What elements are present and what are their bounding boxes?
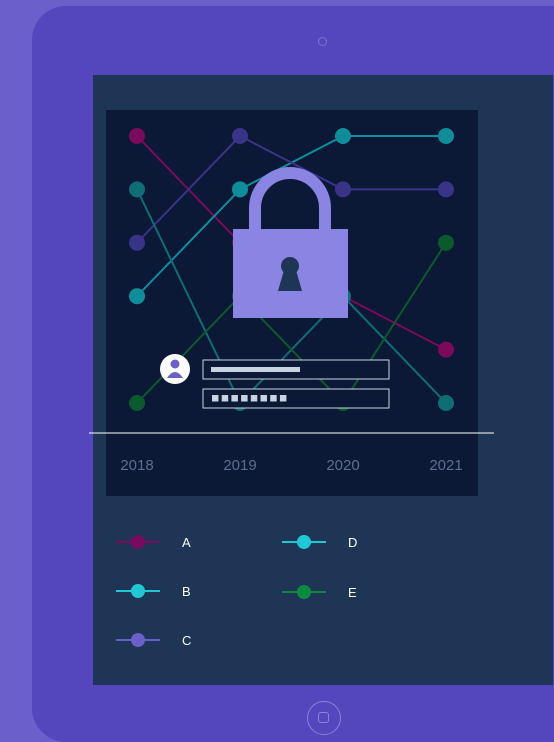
x-tick-label-2018: 2018 bbox=[120, 457, 153, 474]
legend-marker-e bbox=[297, 585, 311, 599]
legend: A B C D E bbox=[116, 535, 357, 648]
legend-item-d: D bbox=[282, 535, 357, 550]
legend-label-a: A bbox=[182, 535, 191, 550]
legend-label-b: B bbox=[182, 584, 191, 599]
legend-item-b: B bbox=[116, 584, 191, 599]
legend-marker-c bbox=[131, 633, 145, 647]
data-point-c-2019 bbox=[232, 128, 248, 144]
legend-marker-b bbox=[131, 584, 145, 598]
password-dot bbox=[260, 395, 267, 402]
username-value-bar bbox=[211, 367, 300, 372]
password-dot bbox=[279, 395, 287, 402]
data-point-b-2021 bbox=[438, 128, 454, 144]
data-point-b-2019 bbox=[232, 181, 248, 198]
legend-marker-d bbox=[297, 535, 311, 549]
data-point-b-2018 bbox=[129, 288, 145, 305]
data-point-c-2021 bbox=[438, 181, 454, 198]
legend-marker-a bbox=[131, 535, 145, 549]
password-dot bbox=[231, 395, 238, 402]
data-point-c-2020 bbox=[335, 181, 351, 198]
data-point-a-2021 bbox=[438, 341, 454, 358]
legend-item-e: E bbox=[282, 585, 357, 600]
legend-item-c: C bbox=[116, 633, 191, 648]
x-tick-label-2019: 2019 bbox=[223, 457, 256, 474]
data-point-b-2020 bbox=[335, 128, 351, 144]
legend-label-e: E bbox=[348, 585, 357, 600]
user-avatar-icon bbox=[160, 354, 190, 384]
data-point-a-2018 bbox=[129, 128, 145, 144]
legend-item-a: A bbox=[116, 535, 191, 550]
data-point-c-2018 bbox=[129, 234, 145, 251]
password-dot bbox=[241, 395, 248, 402]
data-point-e-2018 bbox=[129, 395, 145, 411]
line-chart: 2018 2019 2020 2021 A B C D E bbox=[89, 110, 494, 648]
data-point-e-2021 bbox=[438, 234, 454, 251]
x-tick-label-2021: 2021 bbox=[429, 457, 462, 474]
data-point-d-2018 bbox=[129, 181, 145, 198]
legend-label-c: C bbox=[182, 633, 191, 648]
x-tick-label-2020: 2020 bbox=[326, 457, 359, 474]
password-dot bbox=[270, 395, 277, 402]
legend-label-d: D bbox=[348, 535, 357, 550]
password-dot bbox=[212, 395, 219, 402]
password-dot bbox=[250, 395, 258, 402]
data-point-d-2021 bbox=[438, 395, 454, 411]
password-dot bbox=[221, 395, 229, 402]
password-field[interactable] bbox=[202, 388, 390, 409]
